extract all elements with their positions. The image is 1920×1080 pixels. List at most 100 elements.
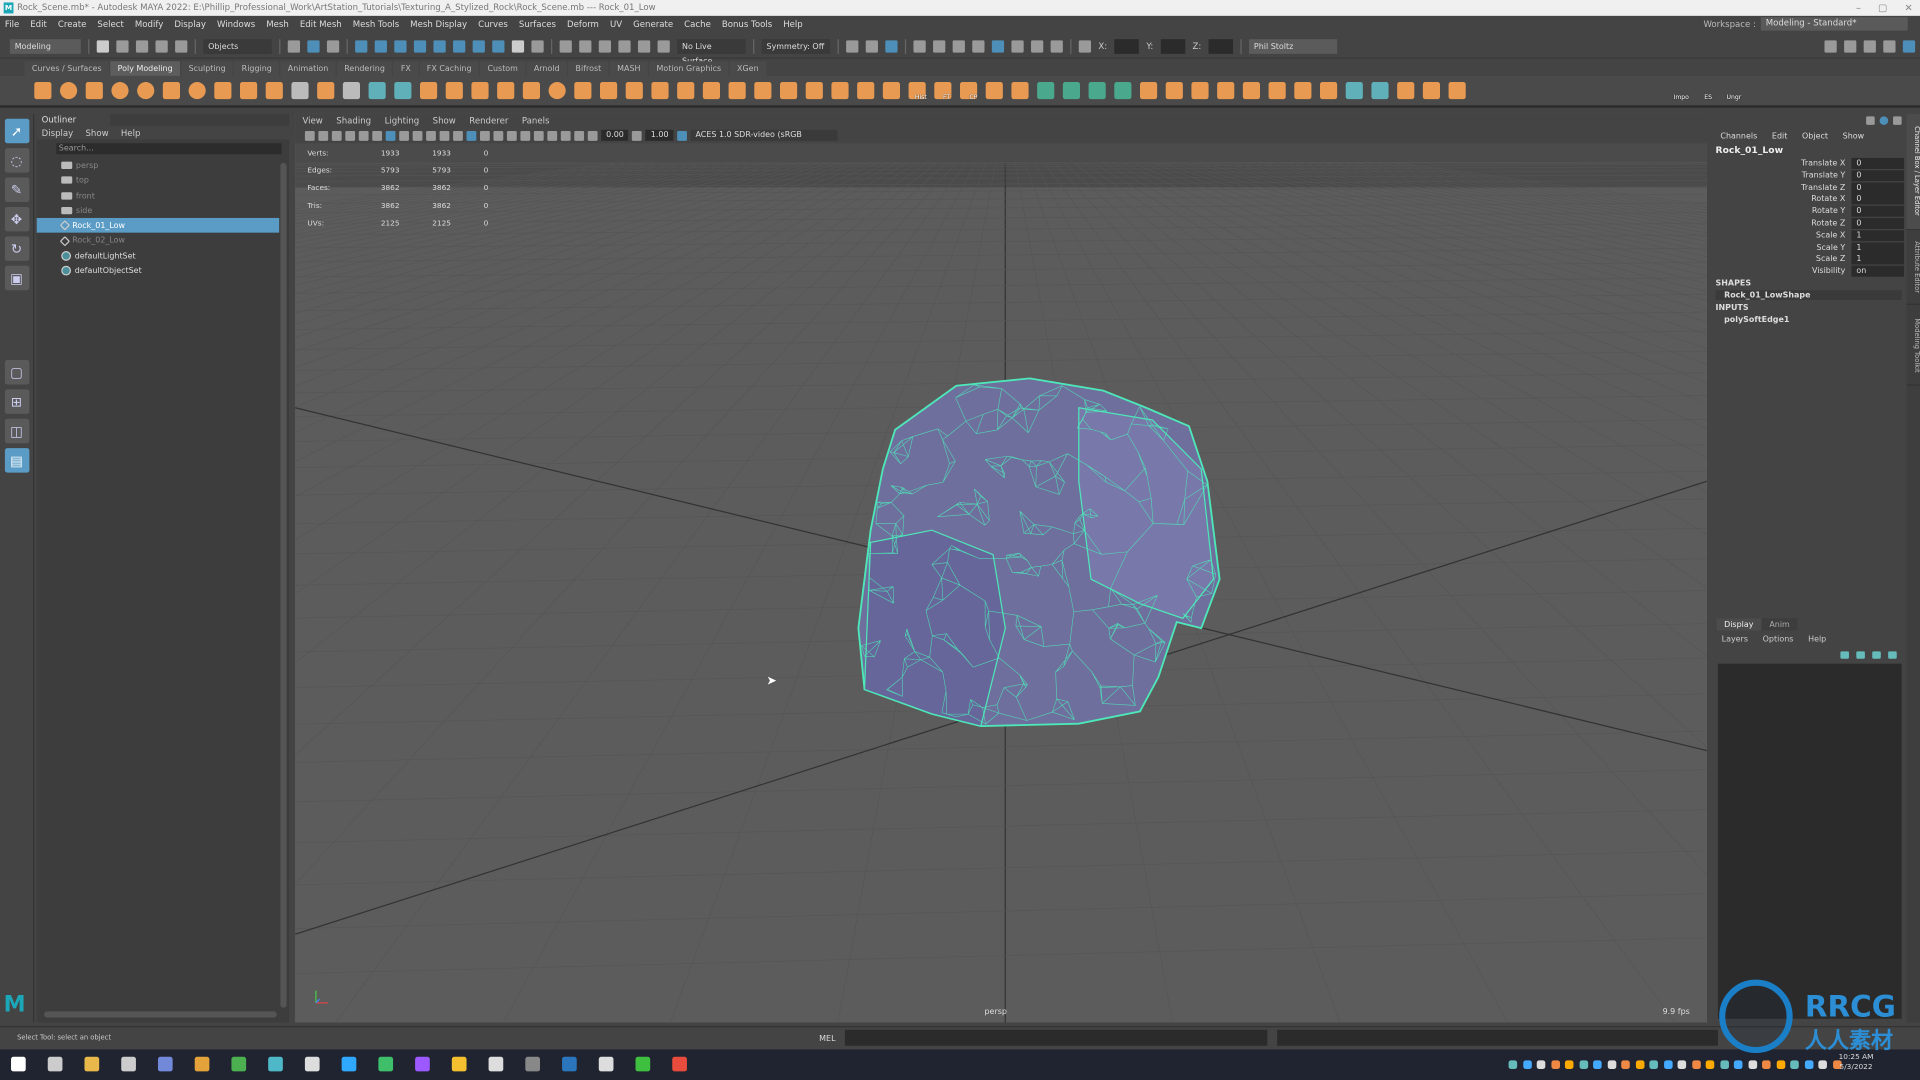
snap-curve-icon[interactable] bbox=[579, 39, 592, 53]
open-scene-icon[interactable] bbox=[116, 39, 129, 53]
tab-attribute-editor[interactable]: Attribute Editor bbox=[1906, 231, 1920, 305]
shelf-tab-rendering[interactable]: Rendering bbox=[336, 61, 393, 76]
tray-icon[interactable] bbox=[1550, 1060, 1560, 1069]
bookmark-icon[interactable] bbox=[331, 130, 342, 141]
outliner-item[interactable]: defaultLightSet bbox=[37, 248, 289, 263]
tray-icon[interactable] bbox=[1635, 1060, 1644, 1069]
pick-dynamics-icon[interactable] bbox=[453, 39, 466, 53]
expand-icon[interactable] bbox=[1893, 116, 1902, 125]
attribute-value-field[interactable]: 0 bbox=[1851, 157, 1905, 169]
tray-icon[interactable] bbox=[1705, 1060, 1715, 1069]
viewport-menu-view[interactable]: View bbox=[302, 116, 322, 126]
connect-icon[interactable] bbox=[805, 82, 823, 100]
outliner-item[interactable]: front bbox=[37, 188, 289, 203]
lasso-tool-icon[interactable]: ◌ bbox=[4, 148, 29, 173]
camtasia-red-icon[interactable] bbox=[672, 1056, 687, 1072]
offset-loop-icon[interactable] bbox=[882, 82, 901, 100]
pick-curves-icon[interactable] bbox=[394, 39, 407, 53]
safe-action-icon[interactable] bbox=[426, 130, 436, 141]
menu-display[interactable]: Display bbox=[174, 16, 206, 33]
snap-grid-icon[interactable] bbox=[559, 39, 572, 53]
ungroup-icon[interactable] bbox=[1448, 82, 1466, 100]
cleanup-icon[interactable] bbox=[1011, 82, 1029, 100]
maximize-button[interactable]: ▢ bbox=[1878, 0, 1887, 16]
wireframe-on-shaded-icon[interactable] bbox=[466, 130, 477, 141]
highlight-icon[interactable] bbox=[531, 39, 544, 53]
camera-icon[interactable] bbox=[304, 130, 315, 141]
snap-view-icon[interactable] bbox=[618, 39, 631, 53]
sphere-icon[interactable] bbox=[34, 82, 52, 100]
attribute-value-field[interactable]: 0 bbox=[1851, 217, 1905, 229]
bevel-icon[interactable] bbox=[625, 82, 643, 100]
menu-surfaces[interactable]: Surfaces bbox=[519, 16, 556, 33]
cone-icon[interactable] bbox=[111, 82, 129, 100]
circularize-icon[interactable] bbox=[908, 82, 926, 100]
start-icon[interactable] bbox=[11, 1056, 26, 1072]
user-account-dropdown[interactable]: Phil Stoltz bbox=[1249, 38, 1338, 54]
shelf-tab-custom[interactable]: Custom bbox=[480, 61, 526, 76]
app-icon[interactable] bbox=[304, 1056, 320, 1072]
triangulate-icon[interactable] bbox=[1037, 82, 1055, 100]
outliner-horizontal-scrollbar[interactable] bbox=[44, 1011, 277, 1018]
menu-bonus-tools[interactable]: Bonus Tools bbox=[722, 16, 772, 33]
shelf-tab-sculpting[interactable]: Sculpting bbox=[181, 61, 234, 76]
color-management-icon[interactable] bbox=[677, 130, 687, 141]
slack-icon[interactable] bbox=[488, 1056, 504, 1072]
unfold-icon[interactable] bbox=[1294, 82, 1312, 100]
attribute-value-field[interactable]: 0 bbox=[1851, 205, 1905, 217]
outliner-vertical-scrollbar[interactable] bbox=[280, 162, 287, 1008]
mel-label[interactable]: MEL bbox=[819, 1033, 835, 1043]
resolution-gate-icon[interactable] bbox=[385, 130, 396, 141]
y-field[interactable] bbox=[1160, 38, 1186, 54]
attribute-value-field[interactable]: 1 bbox=[1851, 241, 1905, 253]
menu-generate[interactable]: Generate bbox=[633, 16, 673, 33]
attribute-value-field[interactable]: 1 bbox=[1851, 229, 1905, 241]
move-layer-down-icon[interactable] bbox=[1856, 651, 1865, 659]
smooth-shade-icon[interactable] bbox=[480, 130, 490, 141]
platonic-icon[interactable] bbox=[240, 82, 258, 100]
isolate-select-icon[interactable] bbox=[560, 130, 571, 141]
film-gate-icon[interactable] bbox=[372, 130, 383, 141]
attribute-name[interactable]: Scale Z bbox=[1816, 254, 1845, 264]
shape-node[interactable]: Rock_01_LowShape bbox=[1715, 290, 1902, 301]
marmoset-icon[interactable] bbox=[451, 1056, 467, 1072]
pick-misc-icon[interactable] bbox=[492, 39, 505, 53]
extract-icon[interactable] bbox=[471, 82, 489, 100]
rotate-tool-icon[interactable]: ↻ bbox=[4, 236, 29, 261]
quad-draw-icon[interactable] bbox=[831, 82, 849, 100]
tray-icon[interactable] bbox=[1578, 1060, 1588, 1069]
menu-windows[interactable]: Windows bbox=[217, 16, 255, 33]
menu-file[interactable]: File bbox=[5, 16, 19, 33]
tool-settings-icon[interactable] bbox=[1883, 39, 1896, 53]
close-button[interactable]: ✕ bbox=[1904, 0, 1912, 16]
camtasia-green-icon[interactable] bbox=[635, 1056, 651, 1072]
pipe-icon[interactable] bbox=[214, 82, 232, 100]
spin-icon[interactable] bbox=[934, 82, 952, 100]
import-icon[interactable] bbox=[1397, 82, 1415, 100]
chrome-icon[interactable] bbox=[194, 1056, 210, 1072]
render-view-icon[interactable] bbox=[913, 39, 926, 53]
tab-modeling-toolkit[interactable]: Modeling Toolkit bbox=[1906, 306, 1920, 386]
select-component-icon[interactable] bbox=[326, 39, 340, 53]
pause-viewport-icon[interactable] bbox=[1050, 39, 1063, 53]
tray-icon[interactable] bbox=[1508, 1060, 1518, 1069]
light-editor-icon[interactable] bbox=[1031, 39, 1044, 53]
shelf-tab-animation[interactable]: Animation bbox=[280, 61, 336, 76]
input-ops-icon[interactable] bbox=[846, 39, 859, 53]
exposure-field[interactable]: 0.00 bbox=[601, 129, 629, 141]
channel-menu-object[interactable]: Object bbox=[1802, 131, 1828, 141]
cut-uv-icon[interactable] bbox=[1345, 82, 1363, 100]
tray-icon[interactable] bbox=[1649, 1060, 1658, 1069]
live-surface-field[interactable]: No Live Surface bbox=[677, 38, 746, 66]
automatic-uv-icon[interactable] bbox=[1114, 82, 1132, 100]
quadrangulate-icon[interactable] bbox=[1062, 82, 1081, 100]
menu-mesh-tools[interactable]: Mesh Tools bbox=[353, 16, 399, 33]
selection-mode-dropdown[interactable]: Objects bbox=[203, 38, 272, 54]
shelf-tab-xgen[interactable]: XGen bbox=[729, 61, 766, 76]
new-empty-layer-icon[interactable] bbox=[1872, 651, 1881, 659]
select-object-icon[interactable] bbox=[307, 39, 320, 53]
tab-channel-box-layer-editor[interactable]: Channel Box / Layer Editor bbox=[1906, 113, 1920, 231]
colorspace-dropdown[interactable]: ACES 1.0 SDR-video (sRGB bbox=[690, 129, 838, 141]
character-controls-icon[interactable] bbox=[1844, 39, 1857, 53]
torus-icon[interactable] bbox=[137, 82, 155, 100]
